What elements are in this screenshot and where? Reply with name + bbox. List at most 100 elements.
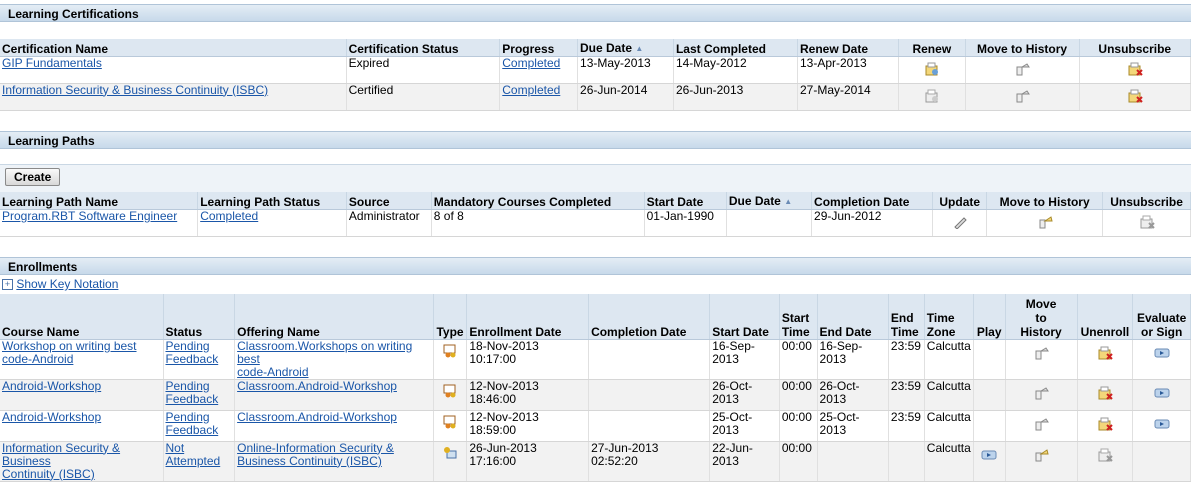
learning-path-status-link[interactable]: Completed: [197, 209, 347, 237]
col-enrollment-date[interactable]: Enrollment Date: [466, 294, 590, 340]
course-name-link[interactable]: Information Security & Business Continuit…: [0, 441, 164, 482]
show-key-notation-link[interactable]: Show Key Notation: [16, 277, 118, 291]
text-line: Feedback: [165, 391, 219, 406]
text-line: Classroom.Android-Workshop: [237, 409, 397, 424]
move-to-history-cell: [1005, 441, 1078, 482]
sort-ascending-icon: ▲: [635, 43, 644, 53]
col-due-date[interactable]: Due Date ▲: [577, 39, 674, 57]
status-link[interactable]: Pending Feedback: [163, 379, 236, 411]
unenroll-icon[interactable]: [1097, 417, 1113, 431]
col-move-line2: to: [1035, 310, 1047, 325]
col-evaluate-or-sign: Evaluate or Sign: [1132, 294, 1191, 340]
text-line: Feedback: [165, 422, 219, 437]
time-zone: Calcutta: [924, 339, 974, 380]
table-row: Workshop on writing best code-Android Pend…: [0, 339, 1191, 380]
status-link[interactable]: Not Attempted: [163, 441, 236, 482]
col-end-time-line1: End: [890, 310, 914, 325]
classroom-type-icon: [443, 384, 456, 397]
evaluate-icon[interactable]: [1154, 417, 1170, 431]
status-link[interactable]: Pending Feedback: [163, 339, 236, 380]
start-time: 00:00: [779, 441, 818, 482]
col-start-date[interactable]: Start Date: [644, 192, 727, 210]
course-name-link[interactable]: Workshop on writing best code-Android: [0, 339, 164, 380]
renew-date: 13-Apr-2013: [797, 56, 900, 84]
progress-link[interactable]: Completed: [499, 56, 579, 84]
unsubscribe-icon[interactable]: [1127, 62, 1143, 76]
move-to-history-cell: [1005, 339, 1078, 380]
status-link[interactable]: Pending Feedback: [163, 410, 236, 442]
evaluate-cell: [1132, 379, 1191, 411]
col-due-date[interactable]: Due Date ▲: [726, 192, 813, 210]
offering-name-link[interactable]: Online-Information Security & Business Co…: [234, 441, 435, 482]
col-completion-date[interactable]: Completion Date: [588, 294, 711, 340]
evaluate-icon[interactable]: [1154, 386, 1170, 400]
col-status[interactable]: Status: [163, 294, 236, 340]
col-offering-name[interactable]: Offering Name: [234, 294, 435, 340]
expand-icon: +: [2, 279, 13, 291]
show-key-notation[interactable]: + Show Key Notation: [2, 277, 118, 291]
start-date: 01-Jan-1990: [644, 209, 727, 237]
move-to-history-icon[interactable]: [1033, 448, 1049, 462]
type-cell: [433, 410, 468, 442]
renew-cell: [898, 56, 966, 84]
offering-name-link[interactable]: Classroom.Workshops on writing best code-…: [234, 339, 435, 380]
unsubscribe-cell: [1102, 209, 1191, 237]
play-cell: [973, 339, 1006, 380]
start-date: 22-Jun-2013: [709, 441, 780, 482]
progress-link[interactable]: Completed: [499, 83, 579, 111]
col-course-name[interactable]: Course Name: [0, 294, 164, 340]
move-to-history-cell: [1005, 379, 1078, 411]
col-progress[interactable]: Progress: [499, 39, 579, 57]
learning-path-name-link[interactable]: Program.RBT Software Engineer: [0, 209, 199, 237]
renew-disabled-icon: [925, 89, 938, 102]
online-type-icon: [444, 446, 457, 458]
col-move-to-history: Move to History: [1005, 294, 1078, 340]
course-name-link[interactable]: Android-Workshop: [0, 379, 164, 411]
col-learning-path-status[interactable]: Learning Path Status: [197, 192, 347, 210]
col-move-to-history: Move to History: [986, 192, 1104, 210]
offering-name-link[interactable]: Classroom.Android-Workshop: [234, 409, 435, 442]
col-learning-path-name[interactable]: Learning Path Name: [0, 192, 199, 210]
unsubscribe-icon[interactable]: [1127, 89, 1143, 103]
move-to-history-icon[interactable]: [1033, 346, 1049, 360]
unenroll-icon[interactable]: [1097, 386, 1113, 400]
certification-name-link[interactable]: Information Security & Business Continui…: [0, 83, 347, 111]
create-learning-path-button[interactable]: Create: [5, 168, 61, 186]
col-last-completed[interactable]: Last Completed: [673, 39, 798, 57]
completion-date: [588, 379, 711, 411]
evaluate-icon[interactable]: [1154, 346, 1170, 360]
classroom-type-icon: [443, 344, 456, 357]
move-to-history-icon[interactable]: [1033, 417, 1049, 431]
move-to-history-icon[interactable]: [1033, 386, 1049, 400]
renew-icon[interactable]: [924, 62, 940, 76]
type-cell: [433, 441, 468, 482]
unenroll-cell: [1077, 379, 1134, 411]
course-name-link[interactable]: Android-Workshop: [0, 410, 164, 442]
play-icon[interactable]: [981, 448, 997, 462]
enrollment-date: 26-Jun-2013 17:16:00: [466, 441, 590, 482]
unenroll-cell: [1077, 441, 1134, 482]
pencil-icon[interactable]: [952, 215, 968, 229]
col-completion-date[interactable]: Completion Date: [811, 192, 934, 210]
end-date: 16-Sep-2013: [817, 339, 889, 380]
move-to-history-icon[interactable]: [1014, 89, 1030, 103]
completion-date: 29-Jun-2012: [811, 209, 934, 237]
move-to-history-icon[interactable]: [1014, 62, 1030, 76]
col-mandatory-courses[interactable]: Mandatory Courses Completed: [431, 192, 645, 210]
update-cell: [932, 209, 988, 237]
col-start-date[interactable]: Start Date: [709, 294, 780, 340]
col-end-date[interactable]: End Date: [817, 294, 889, 340]
move-to-history-icon[interactable]: [1037, 215, 1053, 229]
certifications-header: Learning Certifications: [0, 4, 1191, 22]
renew-date: 27-May-2014: [797, 83, 900, 111]
col-renew-date[interactable]: Renew Date: [797, 39, 900, 57]
col-source[interactable]: Source: [346, 192, 432, 210]
offering-name-link[interactable]: Classroom.Android-Workshop: [234, 379, 435, 411]
due-date: 26-Jun-2014: [577, 83, 674, 111]
col-certification-name[interactable]: Certification Name: [0, 39, 347, 57]
completion-date: [588, 339, 711, 380]
certification-name-link[interactable]: GIP Fundamentals: [0, 56, 347, 84]
col-certification-status[interactable]: Certification Status: [346, 39, 501, 57]
source: Administrator: [346, 209, 432, 237]
unenroll-icon[interactable]: [1097, 346, 1113, 360]
